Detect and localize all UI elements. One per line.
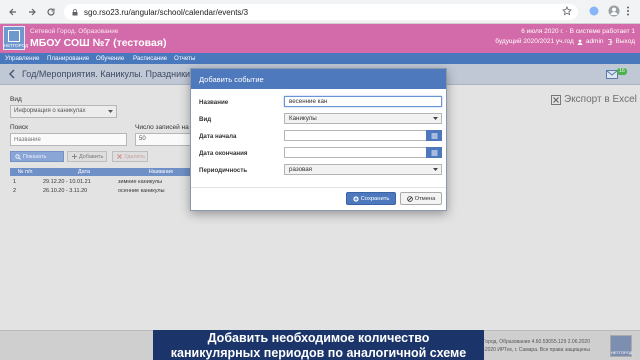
- table-row[interactable]: 2 26.10.20 - 3.11.20 осенние каникулы: [10, 187, 194, 196]
- menu-item-schedule[interactable]: Расписание: [133, 55, 167, 62]
- extension-icon[interactable]: [588, 5, 600, 17]
- view-select[interactable]: Информация о каникулах: [10, 105, 117, 118]
- mail-count-badge: 16: [617, 68, 627, 75]
- chevron-down-icon: [433, 117, 438, 120]
- back-arrow-icon[interactable]: [6, 5, 19, 18]
- periodicity-label: Периодичность: [199, 167, 248, 174]
- add-button[interactable]: Добавить: [67, 151, 107, 162]
- search-input[interactable]: [10, 133, 127, 146]
- footer-copyright: © 2003–2020 ИРТех, г. Самара. Все права …: [465, 347, 590, 353]
- school-name: МБОУ СОШ №7 (тестовая): [30, 37, 167, 49]
- start-date-input[interactable]: [284, 130, 442, 141]
- add-event-dialog: Добавить событие Название весенние кан В…: [190, 68, 447, 211]
- city-title: Сетевой Город. Образование: [30, 28, 119, 35]
- show-button-label: Показать: [23, 153, 47, 160]
- type-select-value: Каникулы: [289, 115, 317, 122]
- row-num: 1: [13, 179, 17, 185]
- save-button[interactable]: Сохранить: [346, 192, 396, 205]
- reload-icon[interactable]: [44, 5, 57, 18]
- logo-text: НЕТГОРОД: [4, 43, 29, 48]
- view-label: Вид: [10, 96, 22, 103]
- bookmark-star-icon[interactable]: [562, 6, 572, 16]
- end-date-input[interactable]: [284, 147, 442, 158]
- row-num: 2: [13, 188, 17, 194]
- forward-arrow-icon[interactable]: [25, 5, 38, 18]
- cancel-button-label: Отмена: [414, 195, 436, 202]
- search-label: Поиск: [10, 124, 29, 131]
- exit-link[interactable]: Выход: [616, 38, 635, 45]
- dialog-title: Добавить событие: [199, 75, 264, 84]
- browser-menu-icon[interactable]: [626, 5, 630, 17]
- lock-icon: [72, 8, 78, 16]
- delete-icon: [117, 154, 122, 159]
- cancel-icon: [406, 195, 413, 202]
- export-label: Экспорт в Excel: [564, 94, 637, 105]
- menu-item-planning[interactable]: Планирование: [47, 55, 89, 62]
- delete-button[interactable]: Удалить: [112, 151, 148, 162]
- name-label: Название: [199, 99, 229, 106]
- delete-button-label: Удалить: [124, 153, 145, 160]
- calendar-icon: [431, 150, 438, 156]
- name-input-value: весенние кан: [289, 98, 328, 105]
- type-label: Вид: [199, 116, 212, 123]
- row-name: осенние каникулы: [118, 188, 165, 194]
- save-button-label: Сохранить: [360, 195, 390, 202]
- caption-line-2: каникулярных периодов по аналогичной схе…: [170, 346, 467, 360]
- end-date-label: Дата окончания: [199, 150, 248, 157]
- address-bar[interactable]: sgo.rso23.ru/angular/school/calendar/eve…: [64, 4, 578, 20]
- row-name: зимние каникулы: [118, 179, 163, 185]
- app-logo[interactable]: НЕТГОРОД: [3, 26, 29, 50]
- name-input[interactable]: весенние кан: [284, 96, 442, 107]
- calendar-icon: [431, 133, 438, 139]
- back-chevron-icon[interactable]: [8, 69, 16, 79]
- save-icon: [352, 195, 359, 202]
- table-header-date[interactable]: Дата: [40, 168, 128, 176]
- logo-mark: [8, 30, 20, 42]
- app-header: Сетевой Город. Образование МБОУ СОШ №7 (…: [0, 24, 640, 53]
- magnifier-icon: [15, 153, 21, 160]
- plus-icon: [72, 154, 77, 159]
- video-caption: Добавить необходимое количество каникуля…: [153, 330, 484, 360]
- export-excel-button[interactable]: Экспорт в Excel: [551, 94, 637, 105]
- url-text: sgo.rso23.ru/angular/school/calendar/eve…: [84, 7, 249, 17]
- menu-item-management[interactable]: Управление: [5, 55, 39, 62]
- table-header-name[interactable]: Название: [128, 168, 194, 176]
- date-status: 6 июля 2020 г. · В системе работает 1: [521, 28, 635, 35]
- caption-line-1: Добавить необходимое количество: [207, 331, 430, 345]
- periodicity-select[interactable]: разовая: [284, 164, 442, 175]
- view-select-value: Информация о каникулах: [14, 108, 86, 114]
- main-menu: Управление Планирование Обучение Расписа…: [0, 53, 640, 64]
- dialog-header[interactable]: Добавить событие: [191, 69, 446, 89]
- table-header-num[interactable]: № п/п: [10, 168, 40, 176]
- exit-icon: [607, 38, 613, 45]
- footer-logo: НЕТГОРОД: [610, 335, 632, 357]
- dialog-divider: [191, 187, 446, 188]
- show-button[interactable]: Показать: [10, 151, 64, 162]
- browser-toolbar: sgo.rso23.ru/angular/school/calendar/eve…: [0, 0, 640, 24]
- user-link[interactable]: admin: [586, 38, 604, 45]
- type-select[interactable]: Каникулы: [284, 113, 442, 124]
- header-right-controls: будущий 2020/2021 уч.год admin Выход: [495, 38, 635, 45]
- periodicity-value: разовая: [289, 166, 313, 173]
- menu-item-reports[interactable]: Отчеты: [174, 55, 195, 62]
- chevron-down-icon: [108, 110, 113, 113]
- row-date: 26.10.20 - 3.11.20: [43, 188, 88, 194]
- user-icon: [577, 39, 583, 45]
- per-page-input[interactable]: 50: [135, 133, 191, 146]
- menu-item-education[interactable]: Обучение: [96, 55, 124, 62]
- add-button-label: Добавить: [79, 153, 104, 160]
- profile-avatar-icon[interactable]: [608, 5, 620, 17]
- chevron-down-icon: [433, 168, 438, 171]
- excel-icon: [551, 94, 561, 105]
- start-date-label: Дата начала: [199, 133, 237, 140]
- school-year-select[interactable]: будущий 2020/2021 уч.год: [495, 38, 574, 45]
- row-date: 29.12.20 - 10.01.21: [43, 179, 91, 185]
- cancel-button[interactable]: Отмена: [400, 192, 442, 205]
- page-title: Год/Мероприятия. Каникулы. Праздники: [22, 69, 191, 79]
- calendar-button[interactable]: [426, 130, 442, 141]
- table-row[interactable]: 1 29.12.20 - 10.01.21 зимние каникулы: [10, 178, 194, 187]
- calendar-button[interactable]: [426, 147, 442, 158]
